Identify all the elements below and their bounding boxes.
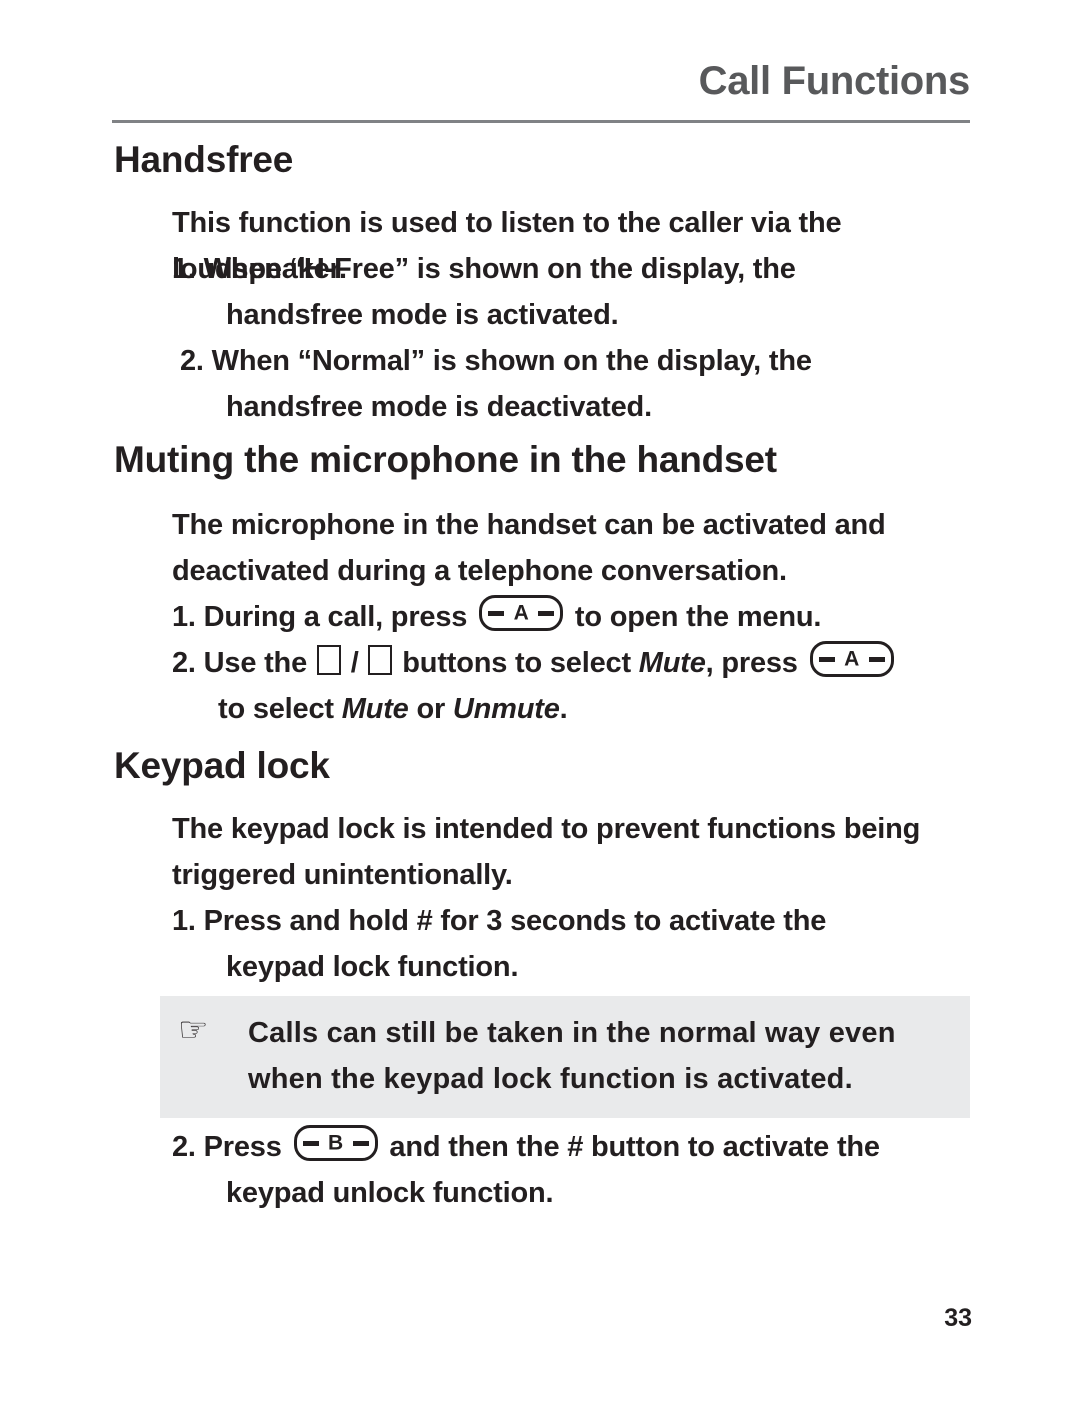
muting-step-2-text-pre: 2. Use the [172,647,307,679]
muting-step-2-text-mid: buttons to select [402,647,631,679]
page-title: Call Functions [698,59,971,103]
keypad-intro-line-1: The keypad lock is intended to prevent f… [172,813,921,845]
menu-softkey-icon-2: A [809,641,894,677]
section-heading-handsfree: Handsfree [114,139,294,180]
keypad-step-1: 1. Press and hold # for 3 seconds to act… [172,898,1002,990]
section-heading-keypad-lock: Keypad lock [114,745,330,786]
manual-page: Call Functions Handsfree This function i… [0,0,1080,1412]
muting-step-2-line-2-pre: to select [218,693,334,725]
muting-step-1-text-pre: 1. During a call, press [172,601,468,633]
keypad-step-1-line-2: keypad lock function. [226,951,519,983]
page-header: Call Functions [112,59,971,103]
keypad-intro-line-2: triggered unintentionally. [172,859,513,891]
handsfree-step-1: 1. When “H-Free” is shown on the display… [172,246,972,338]
muting-intro-line-1: The microphone in the handset can be act… [172,509,886,541]
muting-step-2: 2. Use the / buttons to select Mute, pre… [172,640,1002,732]
muting-step-1-text-post: to open the menu. [574,601,822,633]
scroll-down-icon [368,645,393,675]
handsfree-step-2-line-1: 2. When “Normal” is shown on the display… [180,345,812,377]
keypad-step-2-text-post: and then the # button to activate the [389,1131,880,1163]
muting-step-2-line-2-mid: or [416,693,446,725]
menu-softkey-icon: A [479,595,564,631]
note-line-2: when the keypad lock function is activat… [248,1063,853,1095]
note-line-1: Calls can still be taken in the normal w… [248,1017,896,1049]
pointing-hand-icon: ☞ [178,1011,209,1049]
muting-step-2-italic-mute-2: Mute [341,693,409,725]
scroll-up-icon [316,645,341,675]
back-softkey-icon: B [293,1125,378,1161]
handsfree-step-2-line-2: handsfree mode is deactivated. [226,391,652,423]
handsfree-step-1-line-1: 1. When “H-Free” is shown on the display… [172,253,796,285]
muting-step-1: 1. During a call, press A to open the me… [172,594,1002,640]
keypad-step-2-text-pre: 2. Press [172,1131,282,1163]
handsfree-step-2: 2. When “Normal” is shown on the display… [180,338,980,430]
handsfree-step-1-line-2: handsfree mode is activated. [226,299,619,331]
muting-step-2-text-after-italic: , press [705,647,798,679]
page-number: 33 [944,1304,972,1332]
muting-step-2-italic-unmute: Unmute [452,693,560,725]
header-divider [112,120,970,123]
muting-intro: The microphone in the handset can be act… [172,502,982,594]
note-text: Calls can still be taken in the normal w… [248,1010,896,1102]
muting-step-2-italic-mute: Mute [638,647,706,679]
muting-step-2-line-2-end: . [559,693,568,725]
muting-step-2-line-2: to select Mute or Unmute. [172,686,1002,732]
muting-intro-line-2: deactivated during a telephone conversat… [172,555,787,587]
keypad-step-2: 2. Press B and then the # button to acti… [172,1124,1002,1216]
section-heading-muting: Muting the microphone in the handset [114,439,777,480]
muting-step-2-separator: / [350,647,359,679]
keypad-step-2-line-2: keypad unlock function. [226,1177,554,1209]
note-callout: ☞ Calls can still be taken in the normal… [160,996,970,1118]
keypad-intro: The keypad lock is intended to prevent f… [172,806,1002,898]
keypad-step-1-line-1: 1. Press and hold # for 3 seconds to act… [172,905,827,937]
